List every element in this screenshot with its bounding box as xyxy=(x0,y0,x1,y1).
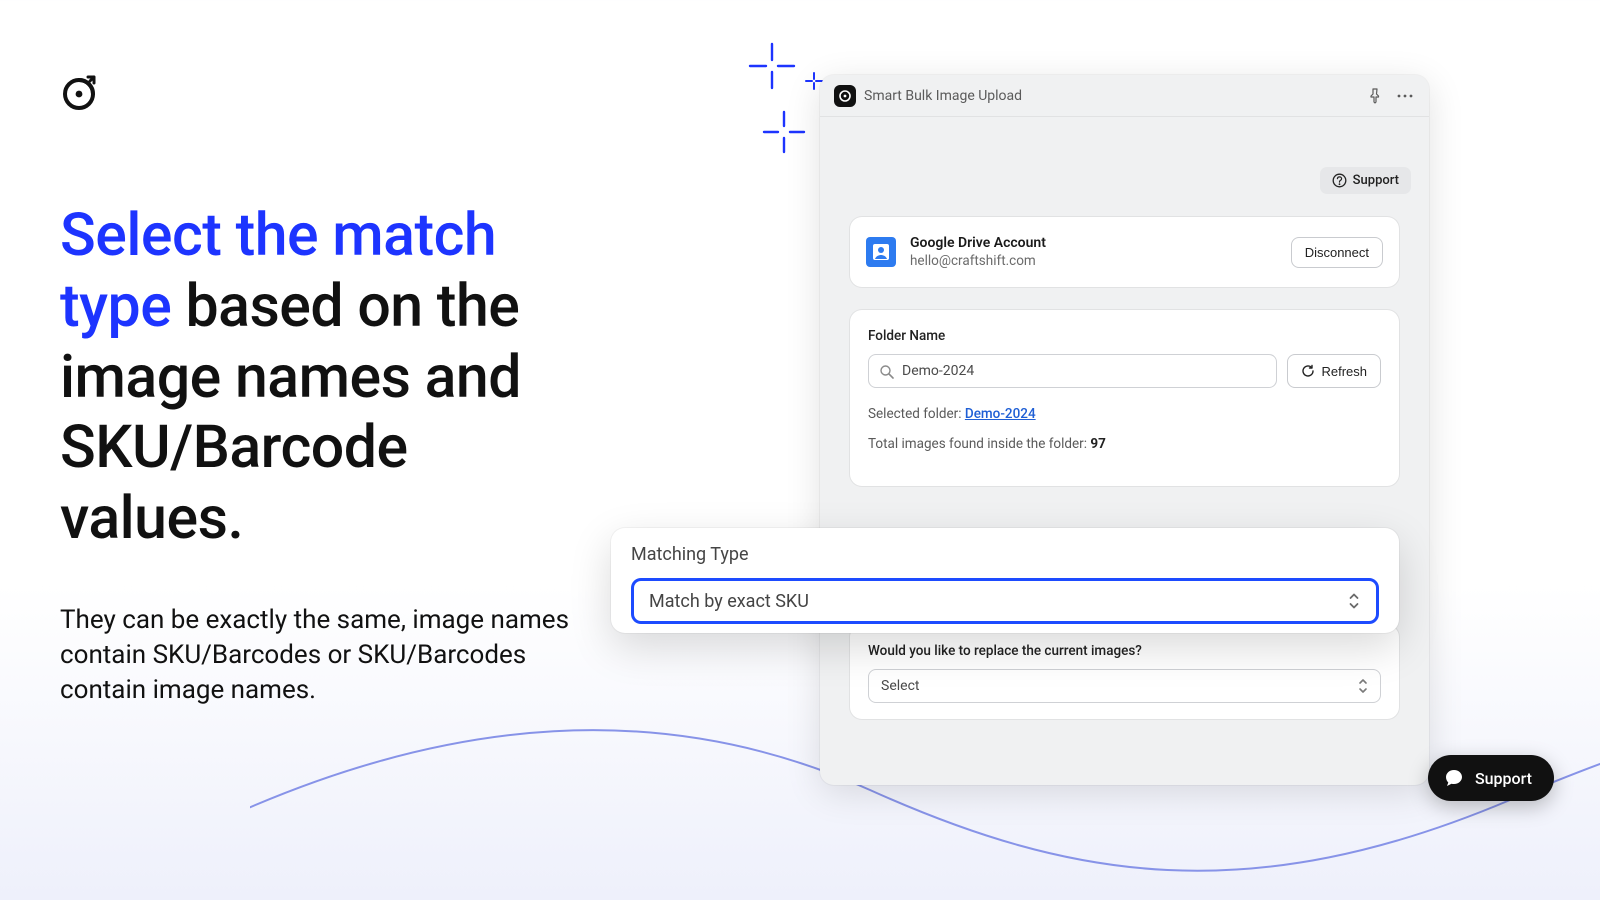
help-icon xyxy=(1332,173,1347,188)
refresh-icon xyxy=(1301,364,1315,378)
folder-label: Folder Name xyxy=(868,328,1381,344)
folder-search-value: Demo-2024 xyxy=(902,363,974,379)
pin-icon[interactable] xyxy=(1365,86,1385,106)
replace-card: Would you like to replace the current im… xyxy=(850,625,1399,719)
avatar xyxy=(866,237,896,267)
app-icon xyxy=(834,85,856,107)
selected-folder-link[interactable]: Demo-2024 xyxy=(965,406,1036,422)
matching-type-card: Matching Type Match by exact SKU xyxy=(611,528,1399,633)
window-title: Smart Bulk Image Upload xyxy=(864,88,1022,104)
matching-type-select[interactable]: Match by exact SKU xyxy=(631,578,1379,624)
replace-select[interactable]: Select xyxy=(868,669,1381,703)
sparkle-icon xyxy=(760,108,808,156)
marketing-headline: Select the match type based on the image… xyxy=(60,201,600,555)
selected-folder-row: Selected folder: Demo-2024 xyxy=(868,406,1381,422)
account-email: hello@craftshift.com xyxy=(910,253,1291,269)
account-card: Google Drive Account hello@craftshift.co… xyxy=(850,217,1399,287)
support-chip[interactable]: Support xyxy=(1428,755,1554,801)
chat-bubble-icon xyxy=(1444,768,1464,788)
app-logo xyxy=(60,75,600,113)
search-icon xyxy=(879,364,894,379)
image-count-row: Total images found inside the folder: 97 xyxy=(868,436,1381,452)
support-button-label: Support xyxy=(1353,173,1399,188)
chevron-updown-icon xyxy=(1356,677,1370,695)
account-title: Google Drive Account xyxy=(910,235,1291,251)
app-window: Smart Bulk Image Upload Support Google D… xyxy=(820,75,1429,785)
chevron-updown-icon xyxy=(1346,590,1362,612)
matching-type-value: Match by exact SKU xyxy=(649,591,809,612)
folder-search-input[interactable]: Demo-2024 xyxy=(868,354,1277,388)
matching-type-label: Matching Type xyxy=(631,544,1379,565)
replace-label: Would you like to replace the current im… xyxy=(868,643,1381,659)
more-icon[interactable] xyxy=(1395,86,1415,106)
folder-card: Folder Name Demo-2024 Refresh Selected f… xyxy=(850,310,1399,486)
refresh-button[interactable]: Refresh xyxy=(1287,354,1381,388)
window-titlebar: Smart Bulk Image Upload xyxy=(820,75,1429,117)
sparkle-icon xyxy=(746,40,798,92)
replace-select-value: Select xyxy=(881,678,919,694)
support-chip-label: Support xyxy=(1475,769,1532,788)
support-button[interactable]: Support xyxy=(1320,167,1411,194)
disconnect-button[interactable]: Disconnect xyxy=(1291,237,1383,268)
marketing-subtext: They can be exactly the same, image name… xyxy=(60,603,570,708)
